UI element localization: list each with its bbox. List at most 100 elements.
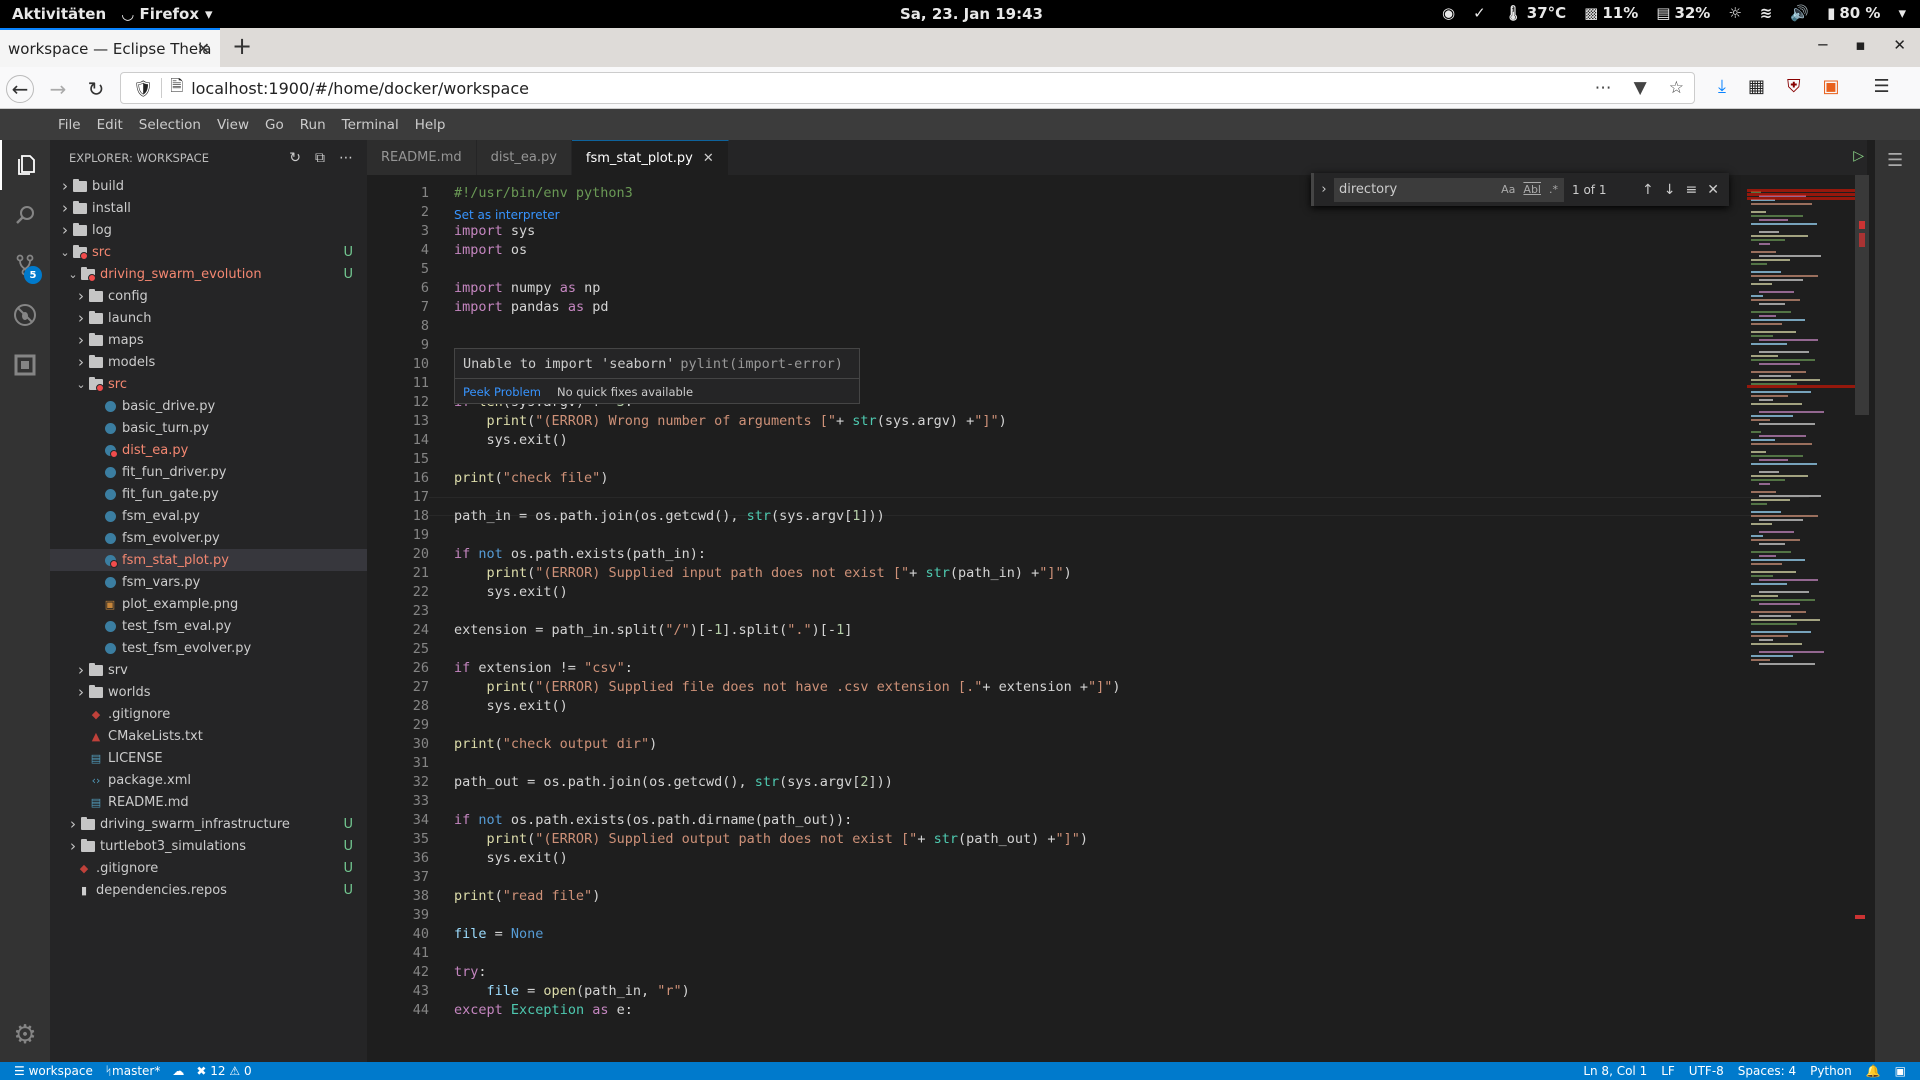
code-line[interactable]: print("(ERROR) Supplied file does not ha… <box>454 678 1121 697</box>
regex-toggle[interactable]: .* <box>1549 183 1558 196</box>
extensions-grid-icon[interactable]: ▦ <box>1748 76 1765 97</box>
tree-item[interactable]: fit_fun_gate.py <box>50 483 367 505</box>
sync-icon[interactable]: ☁ <box>172 1064 184 1078</box>
close-find-icon[interactable]: ✕ <box>1707 182 1719 198</box>
refresh-icon[interactable]: ↻ <box>289 150 301 166</box>
downloads-icon[interactable]: ⤓ <box>1718 76 1726 97</box>
search-button[interactable] <box>0 190 50 240</box>
hamburger-menu-icon[interactable]: ☰ <box>1874 76 1890 97</box>
tree-item[interactable]: › turtlebot3_simulations U <box>50 835 367 857</box>
tree-item[interactable]: fsm_evolver.py <box>50 527 367 549</box>
cursor-position[interactable]: Ln 8, Col 1 <box>1583 1064 1647 1078</box>
ublock-icon[interactable]: ⛨ <box>1787 76 1801 97</box>
code-line[interactable]: path_out = os.path.join(os.getcwd(), str… <box>454 773 893 792</box>
maximize-button[interactable]: ▪ <box>1855 36 1865 54</box>
tree-item[interactable]: ▤ LICENSE <box>50 747 367 769</box>
code-line[interactable]: #!/usr/bin/env python3 <box>454 184 633 203</box>
run-icon[interactable]: ▷ <box>1853 148 1864 164</box>
problems-status[interactable]: ✖ 12 ⚠ 0 <box>196 1064 251 1078</box>
collapse-all-icon[interactable]: ⧉ <box>315 150 325 166</box>
tree-item[interactable]: ▤ README.md <box>50 791 367 813</box>
code-line[interactable]: if not os.path.exists(os.path.dirname(pa… <box>454 811 852 830</box>
tree-item[interactable]: ⌄ src <box>50 373 367 395</box>
tree-item[interactable]: ⌄ driving_swarm_evolution U <box>50 263 367 285</box>
code-line[interactable]: import numpy as np <box>454 279 600 298</box>
code-line[interactable]: print("read file") <box>454 887 600 906</box>
tab-dist-ea[interactable]: dist_ea.py <box>476 140 572 175</box>
more-icon[interactable]: ⋯ <box>1595 78 1612 98</box>
code-line[interactable]: print("(ERROR) Wrong number of arguments… <box>454 412 1007 431</box>
next-match-icon[interactable]: ↓ <box>1664 182 1676 198</box>
tree-item[interactable]: › srv <box>50 659 367 681</box>
code-line[interactable]: if not os.path.exists(path_in): <box>454 545 706 564</box>
activities-button[interactable]: Aktivitäten <box>12 5 106 23</box>
workspace-status[interactable]: ☰ workspace <box>14 1064 93 1078</box>
match-case-toggle[interactable]: Aa <box>1501 183 1515 196</box>
system-tray[interactable]: ◉ ✓ 🌡 37°C ▩ 11% ▤ 32% ☼ ≋ 🔊 ▮ 80 % ▾ <box>1442 4 1906 22</box>
tree-item[interactable]: dist_ea.py <box>50 439 367 461</box>
code-line[interactable]: file = None <box>454 925 543 944</box>
code-line[interactable]: print("(ERROR) Supplied input path does … <box>454 564 1072 583</box>
tree-item[interactable]: › models <box>50 351 367 373</box>
menu-selection[interactable]: Selection <box>139 117 201 133</box>
tree-item[interactable]: fsm_stat_plot.py <box>50 549 367 571</box>
tree-item[interactable]: › driving_swarm_infrastructure U <box>50 813 367 835</box>
code-line[interactable]: print("check output dir") <box>454 735 657 754</box>
menu-view[interactable]: View <box>217 117 249 133</box>
whole-word-toggle[interactable]: Abl <box>1523 183 1541 196</box>
menu-go[interactable]: Go <box>265 117 284 133</box>
code-line[interactable]: extension = path_in.split("/")[-1].split… <box>454 621 852 640</box>
minimap[interactable] <box>1747 175 1855 1062</box>
code-line[interactable]: print("check file") <box>454 469 608 488</box>
code-line[interactable]: sys.exit() <box>454 431 568 450</box>
tree-item[interactable]: ‹› package.xml <box>50 769 367 791</box>
close-tab-icon[interactable]: ✕ <box>197 39 210 58</box>
tree-item[interactable]: › log <box>50 219 367 241</box>
code-line[interactable]: file = open(path_in, "r") <box>454 982 690 1001</box>
code-line[interactable]: import pandas as pd <box>454 298 608 317</box>
peek-problem-link[interactable]: Peek Problem <box>463 385 541 399</box>
minimize-button[interactable]: ─ <box>1818 36 1827 54</box>
indentation[interactable]: Spaces: 4 <box>1738 1064 1796 1078</box>
code-line[interactable]: sys.exit() <box>454 697 568 716</box>
tree-item[interactable]: ⌄ src U <box>50 241 367 263</box>
code-line[interactable]: sys.exit() <box>454 849 568 868</box>
code-line[interactable]: except Exception as e: <box>454 1001 633 1020</box>
pocket-icon[interactable]: ▼ <box>1634 78 1647 98</box>
s-extension-icon[interactable]: ▣ <box>1822 76 1839 97</box>
tree-item[interactable]: ◆ .gitignore <box>50 703 367 725</box>
menu-file[interactable]: File <box>58 117 81 133</box>
editor-scrollbar[interactable] <box>1855 175 1869 1062</box>
more-actions-icon[interactable]: ⋯ <box>339 150 353 166</box>
tree-item[interactable]: test_fsm_evolver.py <box>50 637 367 659</box>
forward-button[interactable]: → <box>44 75 72 103</box>
tree-item[interactable]: ▣ plot_example.png <box>50 593 367 615</box>
panel-icon[interactable]: ▣ <box>1895 1064 1906 1078</box>
bell-icon[interactable]: 🔔 <box>1866 1064 1881 1078</box>
tree-item[interactable]: fit_fun_driver.py <box>50 461 367 483</box>
tree-item[interactable]: › config <box>50 285 367 307</box>
previous-match-icon[interactable]: ↑ <box>1642 182 1654 198</box>
extensions-button[interactable] <box>0 340 50 390</box>
branch-status[interactable]: ᛋmaster* <box>105 1064 161 1078</box>
code-line[interactable]: import sys <box>454 222 535 241</box>
close-window-button[interactable]: ✕ <box>1893 36 1906 54</box>
tree-item[interactable]: › build <box>50 175 367 197</box>
tree-item[interactable]: fsm_eval.py <box>50 505 367 527</box>
app-menu-button[interactable]: ◡ Firefox ▾ <box>122 5 213 23</box>
tree-item[interactable]: basic_turn.py <box>50 417 367 439</box>
code-line[interactable]: if extension != "csv": <box>454 659 633 678</box>
outline-icon[interactable]: ☰ <box>1887 150 1903 171</box>
scrollbar-thumb[interactable] <box>1855 175 1869 415</box>
bookmark-star-icon[interactable]: ☆ <box>1669 78 1684 98</box>
tree-item[interactable]: ▲ CMakeLists.txt <box>50 725 367 747</box>
eol[interactable]: LF <box>1661 1064 1675 1078</box>
code-line[interactable]: path_in = os.path.join(os.getcwd(), str(… <box>454 507 885 526</box>
shield-icon[interactable]: 🛡 <box>133 79 153 98</box>
find-input[interactable]: directory Aa Abl .* <box>1334 177 1564 202</box>
toggle-replace-icon[interactable]: › <box>1314 182 1334 197</box>
settings-button[interactable]: ⚙ <box>0 1010 50 1060</box>
tree-item[interactable]: fsm_vars.py <box>50 571 367 593</box>
back-button[interactable]: ← <box>6 75 34 103</box>
tree-item[interactable]: › maps <box>50 329 367 351</box>
